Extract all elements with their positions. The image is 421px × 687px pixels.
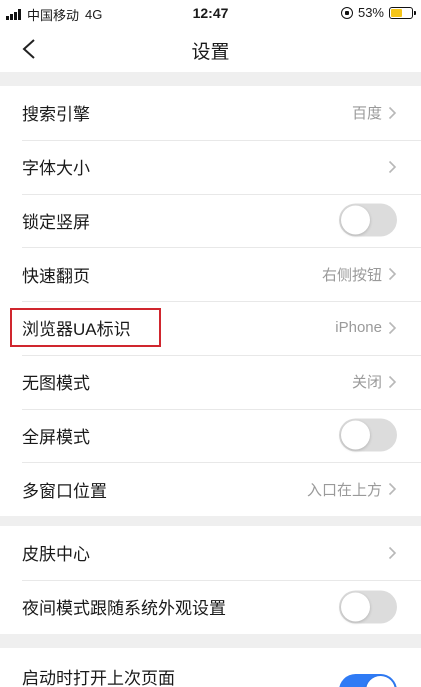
battery-fill: [391, 8, 402, 17]
chevron-right-icon: [388, 375, 397, 388]
chevron-right-icon: [388, 160, 397, 173]
toggle-knob: [341, 592, 370, 622]
chevron-right-icon: [388, 321, 397, 334]
settings-group-general: 搜索引擎 百度字体大小锁定竖屏快速翻页 右侧按钮浏览器UA标识 iPhone 无图模式 关…: [0, 86, 421, 516]
chevron-right-icon: [388, 268, 397, 281]
battery-icon: [389, 6, 416, 19]
chevron-right-icon: [388, 546, 397, 559]
settings-row-label: 启动时打开上次页面: [22, 669, 175, 687]
settings-row-right: 入口在上方: [307, 462, 397, 516]
settings-row-label: 快速翻页: [22, 266, 90, 286]
settings-row-value: 百度: [351, 105, 382, 123]
settings-row[interactable]: 皮肤中心: [0, 526, 421, 580]
settings-row-label: 皮肤中心: [22, 545, 90, 565]
settings-row-label: 字体大小: [22, 159, 90, 179]
settings-row-label: 锁定竖屏: [22, 212, 90, 232]
nav-bar: 设置: [0, 26, 421, 72]
settings-row-right: iPhone: [335, 301, 397, 355]
settings-row[interactable]: 快速翻页 右侧按钮: [0, 247, 421, 301]
settings-row[interactable]: 锁定竖屏: [0, 193, 421, 248]
settings-row-label: 无图模式: [22, 374, 90, 394]
toggle-knob: [341, 205, 370, 235]
toggle-switch[interactable]: [339, 418, 397, 452]
settings-row-label: 全屏模式: [22, 427, 90, 447]
settings-row-right: [388, 140, 397, 194]
settings-row-value: 关闭: [351, 374, 382, 392]
settings-row-value: 入口在上方: [306, 481, 382, 499]
page-title: 设置: [191, 42, 230, 63]
status-right: 53%: [340, 5, 416, 20]
toggle-switch[interactable]: [339, 674, 397, 687]
toggle-knob: [341, 420, 370, 450]
settings-row[interactable]: 多窗口位置 入口在上方: [0, 462, 421, 516]
settings-row[interactable]: 全屏模式: [0, 408, 421, 463]
settings-row-right: 右侧按钮: [322, 247, 397, 301]
toggle-switch[interactable]: [339, 203, 397, 237]
settings-row-value: 右侧按钮: [321, 266, 382, 284]
chevron-right-icon: [388, 483, 397, 496]
status-bar: 中国移动 4G 12:47 53%: [0, 0, 421, 26]
orientation-lock-icon: [340, 6, 353, 19]
settings-group-startup: 启动时打开上次页面: [0, 648, 421, 687]
settings-row-value: iPhone: [335, 319, 382, 337]
settings-row-label: 夜间模式跟随系统外观设置: [22, 599, 226, 619]
battery-percent: 53%: [357, 5, 384, 20]
settings-row[interactable]: 夜间模式跟随系统外观设置: [0, 579, 421, 634]
toggle-switch[interactable]: [339, 590, 397, 624]
settings-row[interactable]: 启动时打开上次页面: [0, 648, 421, 687]
settings-row-right: 关闭: [352, 355, 397, 409]
settings-row[interactable]: 字体大小: [0, 139, 421, 194]
settings-group-appearance: 皮肤中心夜间模式跟随系统外观设置: [0, 526, 421, 634]
chevron-right-icon: [388, 106, 397, 119]
settings-row[interactable]: 搜索引擎 百度: [0, 86, 421, 140]
settings-row-right: [388, 526, 397, 580]
settings-row-right: 百度: [352, 86, 397, 140]
settings-row-label: 搜索引擎: [22, 105, 90, 125]
settings-row[interactable]: 无图模式 关闭: [0, 354, 421, 409]
toggle-knob: [366, 676, 395, 687]
settings-row-label: 多窗口位置: [22, 481, 107, 501]
settings-row-label: 浏览器UA标识: [22, 320, 131, 340]
settings-row[interactable]: 浏览器UA标识 iPhone: [0, 301, 421, 355]
